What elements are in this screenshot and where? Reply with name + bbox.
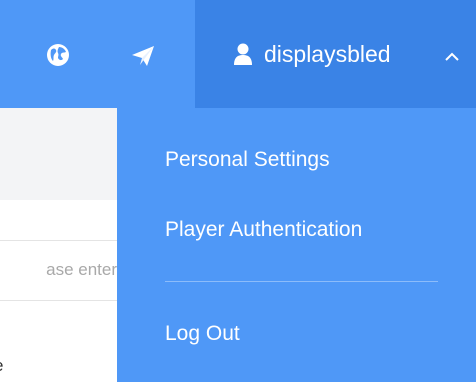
user-icon (234, 43, 252, 65)
send-icon[interactable] (131, 45, 155, 67)
menu-item-personal-settings[interactable]: Personal Settings (165, 146, 330, 174)
menu-divider (165, 281, 438, 282)
chevron-up-icon (445, 52, 459, 61)
content-header-strip (0, 108, 117, 200)
search-input[interactable]: ase enter (0, 260, 117, 280)
field-label: e (0, 356, 3, 376)
divider (0, 300, 117, 301)
user-menu-trigger[interactable]: displaysbled (195, 0, 476, 108)
background-page: ase enter e (0, 108, 117, 382)
divider (0, 240, 117, 241)
top-nav-bar: displaysbled (0, 0, 476, 108)
menu-item-log-out[interactable]: Log Out (165, 320, 240, 348)
username-label: displaysbled (264, 41, 391, 67)
globe-icon[interactable] (46, 43, 70, 67)
menu-item-player-authentication[interactable]: Player Authentication (165, 216, 362, 244)
user-dropdown-menu: Personal Settings Player Authentication … (117, 108, 476, 382)
